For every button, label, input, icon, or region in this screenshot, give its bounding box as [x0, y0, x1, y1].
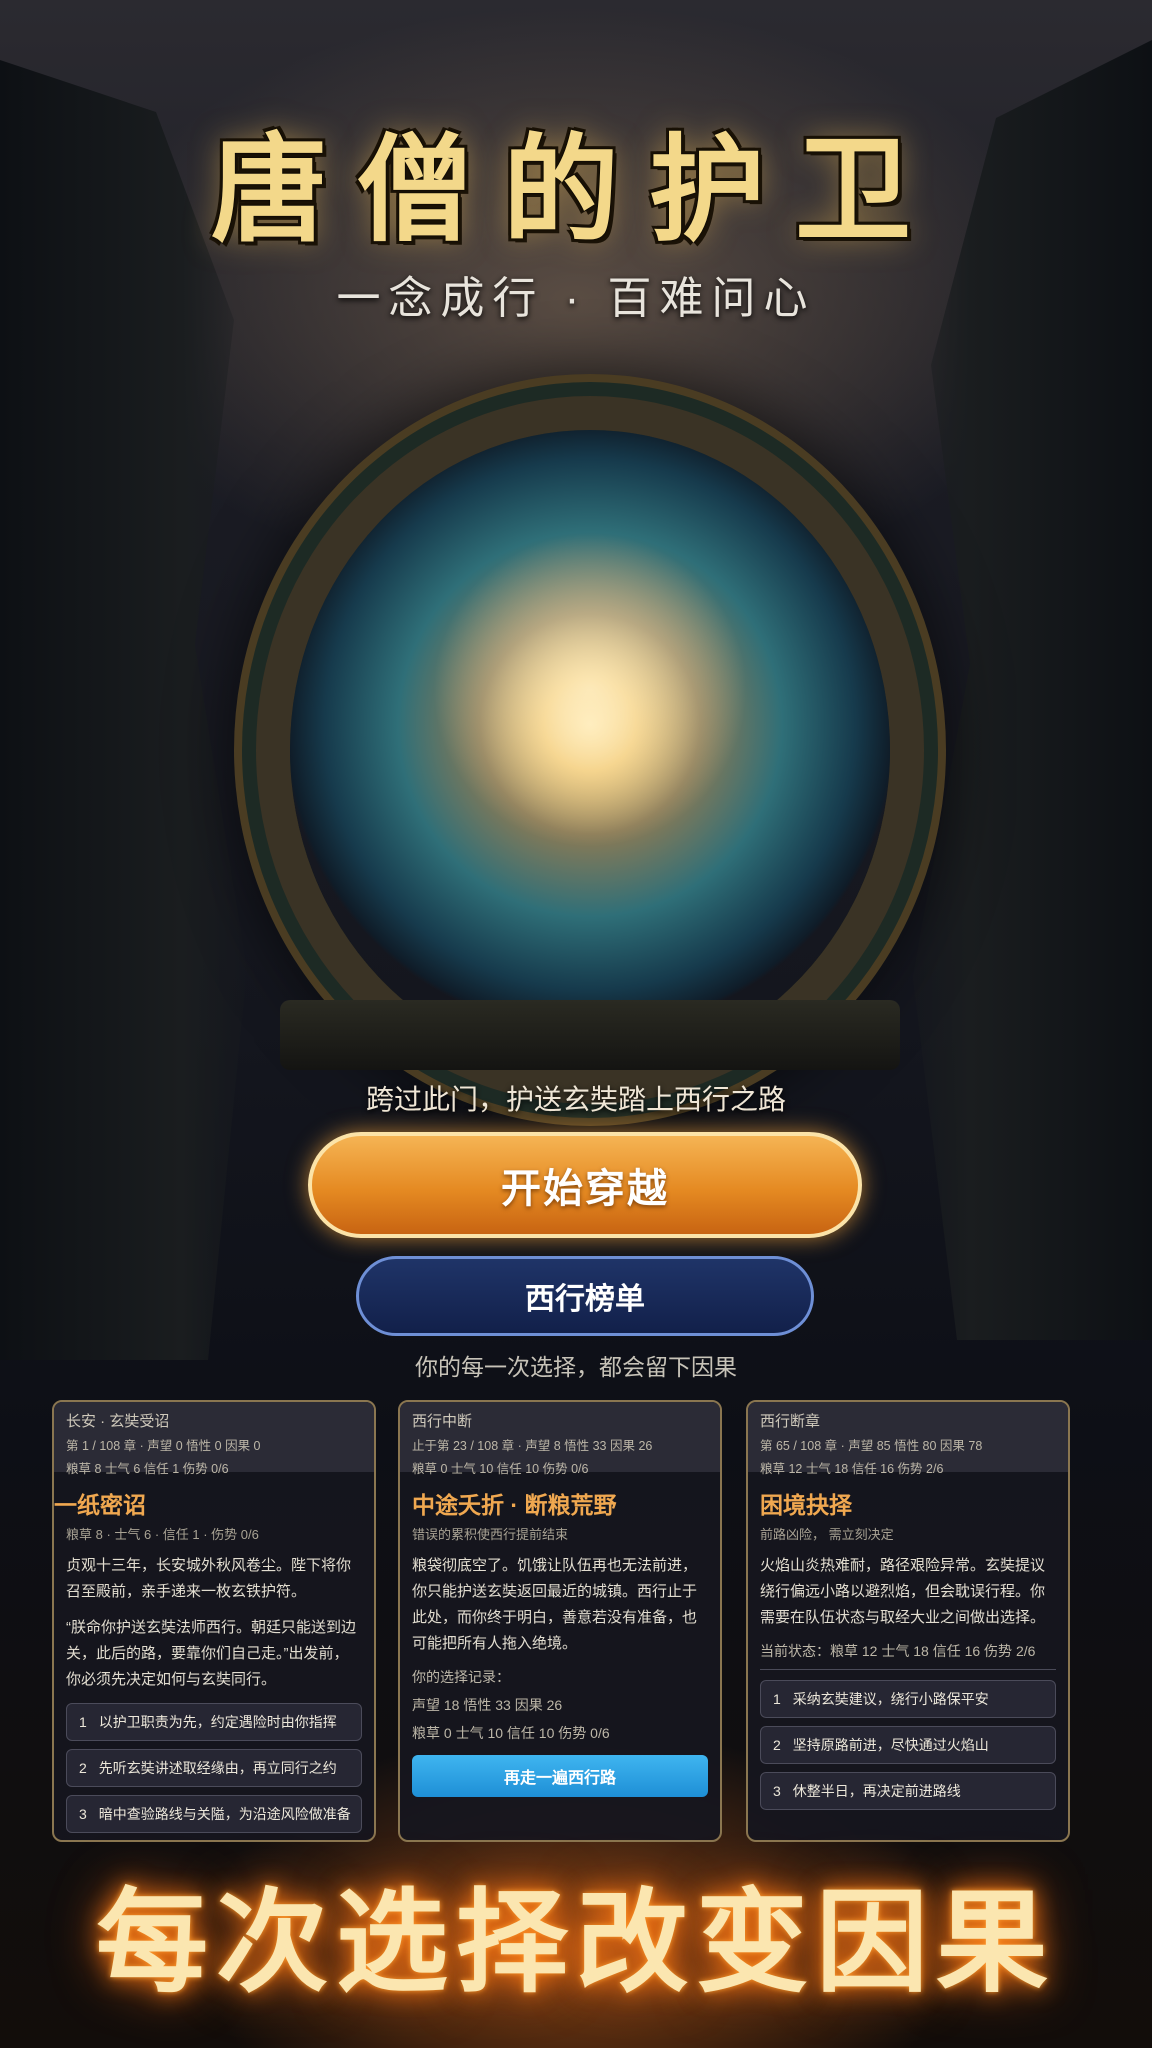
- choice-option-1[interactable]: 1 以护卫职责为先，约定遇险时由你指挥: [66, 1703, 362, 1741]
- choice-number: 2: [773, 1737, 781, 1753]
- story-card-chapter-1: 长安 · 玄奘受诏 第 1 / 108 章 · 声望 0 悟性 0 因果 0 粮…: [52, 1400, 376, 1842]
- card-subtitle: 错误的累积使西行提前结束: [412, 1527, 569, 1542]
- choice-option-2[interactable]: 2 先听玄奘讲述取经缘由，再立同行之约: [66, 1749, 362, 1787]
- choice-number: 2: [79, 1760, 87, 1776]
- card-text: 火焰山炎热难耐，路径艰险异常。玄奘提议绕行偏远小路以避烈焰，但会耽误行程。你需要…: [760, 1557, 1046, 1626]
- story-card-ending: 西行中断 止于第 23 / 108 章 · 声望 8 悟性 33 因果 26 粮…: [398, 1400, 722, 1842]
- retry-button[interactable]: 再走一遍西行路: [412, 1755, 708, 1797]
- card-text: 贞观十三年，长安城外秋风卷尘。陛下将你召至殿前，亲手递来一枚玄铁护符。: [66, 1557, 352, 1600]
- divider: [760, 1669, 1056, 1670]
- card-subtitle: 前路凶险， 需立刻决定: [760, 1527, 894, 1542]
- choice-label: 坚持原路前进，尽快通过火焰山: [792, 1737, 989, 1753]
- choice-label: 采纳玄奘建议，绕行小路保平安: [792, 1691, 989, 1707]
- portal-glow: [420, 520, 760, 860]
- start-button[interactable]: 开始穿越: [308, 1132, 862, 1238]
- choice-number: 3: [773, 1783, 781, 1799]
- game-title: 唐僧的护卫: [211, 122, 941, 258]
- tagline: 跨过此门，护送玄奘踏上西行之路: [365, 1083, 786, 1116]
- card-text: 粮袋彻底空了。饥饿让队伍再也无法前进，你只能护送玄奘返回最近的城镇。西行止于此处…: [412, 1557, 698, 1652]
- record-label: 你的选择记录：: [412, 1669, 510, 1685]
- record-resources: 粮草 0 士气 10 信任 10 伤势 0/6: [412, 1725, 610, 1741]
- choice-number: 1: [79, 1714, 87, 1730]
- choice-label: 暗中查验路线与关隘，为沿途风险做准备: [98, 1806, 351, 1822]
- card-header: 西行中断 止于第 23 / 108 章 · 声望 8 悟性 33 因果 26 粮…: [400, 1402, 720, 1476]
- choice-option-2[interactable]: 2 坚持原路前进，尽快通过火焰山: [760, 1726, 1056, 1764]
- card-header-title: 长安 · 玄奘受诏: [66, 1413, 170, 1430]
- choice-option-3[interactable]: 3 暗中查验路线与关隘，为沿途风险做准备: [66, 1795, 362, 1833]
- choice-hint: 你的每一次选择，都会留下因果: [415, 1355, 737, 1381]
- card-subtitle: 粮草 8 · 士气 6 · 信任 1 · 伤势 0/6: [66, 1527, 259, 1542]
- card-header-stats: 止于第 23 / 108 章 · 声望 8 悟性 33 因果 26: [412, 1439, 653, 1453]
- card-header-stats: 第 65 / 108 章 · 声望 85 悟性 80 因果 78: [760, 1439, 983, 1453]
- record-stats: 声望 18 悟性 33 因果 26: [412, 1697, 563, 1713]
- card-text: “朕命你护送玄奘法师西行。朝廷只能送到边关，此后的路，要靠你们自己走。”出发前，…: [66, 1619, 356, 1688]
- footer-slogan: 每次选择改变因果: [96, 1877, 1056, 2008]
- story-card-chapter-65: 西行断章 第 65 / 108 章 · 声望 85 悟性 80 因果 78 粮草…: [746, 1400, 1070, 1842]
- card-header-title: 西行断章: [760, 1413, 821, 1430]
- card-header-title: 西行中断: [412, 1413, 473, 1430]
- card-title: 一纸密诏: [54, 1492, 146, 1518]
- card-header: 西行断章 第 65 / 108 章 · 声望 85 悟性 80 因果 78 粮草…: [748, 1402, 1068, 1476]
- gate-base: [280, 1000, 900, 1070]
- choice-option-1[interactable]: 1 采纳玄奘建议，绕行小路保平安: [760, 1680, 1056, 1718]
- choice-label: 休整半日，再决定前进路线: [792, 1783, 961, 1799]
- choice-option-3[interactable]: 3 休整半日，再决定前进路线: [760, 1772, 1056, 1810]
- card-title: 中途夭折 · 断粮荒野: [412, 1492, 617, 1518]
- game-subtitle: 一念成行 · 百难问心: [336, 274, 816, 323]
- choice-number: 1: [773, 1691, 781, 1707]
- current-status: 当前状态：粮草 12 士气 18 信任 16 伤势 2/6: [760, 1643, 1036, 1659]
- choice-label: 先听玄奘讲述取经缘由，再立同行之约: [98, 1760, 337, 1776]
- choice-number: 3: [79, 1806, 87, 1822]
- card-header: 长安 · 玄奘受诏 第 1 / 108 章 · 声望 0 悟性 0 因果 0 粮…: [54, 1402, 374, 1476]
- leaderboard-button[interactable]: 西行榜单: [356, 1256, 814, 1336]
- card-title: 困境抉择: [760, 1492, 852, 1518]
- choice-label: 以护卫职责为先，约定遇险时由你指挥: [98, 1714, 337, 1730]
- card-header-stats: 第 1 / 108 章 · 声望 0 悟性 0 因果 0: [66, 1439, 261, 1453]
